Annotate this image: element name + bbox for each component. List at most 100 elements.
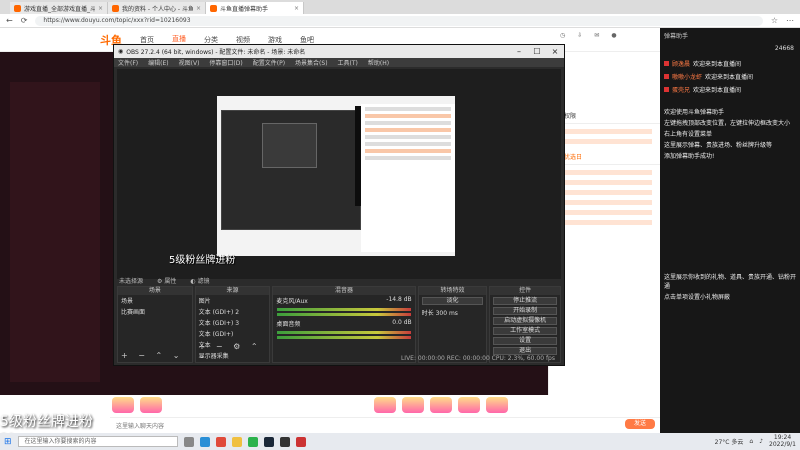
gift-item[interactable] <box>140 397 162 413</box>
obs-titlebar[interactable]: ◉ OBS 27.2.4 (64 bit, windows) - 配置文件: 未… <box>114 45 564 58</box>
gift-item[interactable] <box>430 397 452 413</box>
download-icon[interactable]: ⇩ <box>577 32 582 39</box>
folder-icon[interactable] <box>231 436 242 447</box>
close-icon[interactable]: × <box>294 5 299 12</box>
properties-button[interactable]: ⚙ 属性 <box>157 276 176 285</box>
menu-icon[interactable]: ⋯ <box>786 16 794 25</box>
reload-icon[interactable]: ⟳ <box>21 16 28 25</box>
track-name: 桌面音频 <box>276 321 301 328</box>
obs-taskbar-icon[interactable] <box>279 436 290 447</box>
send-button[interactable]: 发送 <box>625 419 655 429</box>
danmaku-user[interactable]: 顾逸晨 <box>672 59 690 68</box>
danmaku-assistant-panel[interactable]: 弹幕助手 24668 顾逸晨 欢迎来到本直播间 嗷嗷小龙虾 欢迎来到本直播间 蛋壳兄… <box>660 28 800 433</box>
chat-placeholder-line <box>557 129 652 134</box>
start-icon[interactable]: ⊞ <box>4 437 12 447</box>
browser-tab-active[interactable]: 斗鱼直播弹幕助手 × <box>206 2 304 14</box>
gift-item[interactable] <box>458 397 480 413</box>
stop-streaming-button[interactable]: 停止推流 <box>493 297 558 305</box>
nav-home[interactable]: 首页 <box>140 35 154 45</box>
menu-file[interactable]: 文件(F) <box>118 58 138 67</box>
app-icon[interactable] <box>295 436 306 447</box>
nested-row <box>365 107 451 111</box>
studio-mode-button[interactable]: 工作室模式 <box>493 327 558 335</box>
transition-select[interactable]: 淡化 <box>421 297 484 305</box>
nested-row <box>365 128 451 132</box>
anchor-permission-header[interactable]: 主播权限 <box>549 108 660 124</box>
nav-game[interactable]: 游戏 <box>268 35 282 45</box>
back-icon[interactable]: ← <box>6 16 13 25</box>
help-line: 点击单项设置小礼物屏蔽 <box>664 294 731 301</box>
source-item[interactable]: 文本 (GDI+) 2 <box>196 306 270 317</box>
settings-button[interactable]: 设置 <box>493 337 558 345</box>
source-item[interactable]: 文本 (GDI+) <box>196 328 270 339</box>
obs-menubar: 文件(F) 编辑(E) 视图(V) 停靠窗口(D) 配置文件(P) 场景集合(S… <box>114 58 564 67</box>
sources-dock: 来源 图片 文本 (GDI+) 2 文本 (GDI+) 3 文本 (GDI+) … <box>194 286 271 363</box>
danmaku-user[interactable]: 蛋壳兄 <box>672 85 690 94</box>
source-item[interactable]: 文本 (GDI+) 3 <box>196 317 270 328</box>
menu-edit[interactable]: 编辑(E) <box>148 58 168 67</box>
close-icon[interactable]: × <box>196 5 201 12</box>
menu-docks[interactable]: 停靠窗口(D) <box>209 58 242 67</box>
clock[interactable]: 19:24 2022/9/1 <box>769 434 796 448</box>
gift-item[interactable] <box>374 397 396 413</box>
history-icon[interactable]: ◷ <box>560 32 565 39</box>
address-bar: ← ⟳ https://www.douyu.com/topic/xxx?rid=… <box>0 14 800 28</box>
obs-window[interactable]: ◉ OBS 27.2.4 (64 bit, windows) - 配置文件: 未… <box>113 44 565 366</box>
exit-button[interactable]: 退出 <box>493 347 558 355</box>
url-field[interactable]: https://www.douyu.com/topic/xxx?rid=1021… <box>35 15 763 26</box>
chrome-icon[interactable] <box>215 436 226 447</box>
gift-item[interactable] <box>486 397 508 413</box>
header-icons: ◷ ⇩ ✉ ● <box>560 32 617 39</box>
wechat-icon[interactable] <box>247 436 258 447</box>
transitions-dock: 转场特效 淡化 时长 300 ms <box>417 286 488 363</box>
help-line: 添加弹幕助手成功! <box>664 153 715 160</box>
taskbar-search[interactable]: 在这里输入你要搜索的内容 <box>17 436 178 447</box>
menu-profile[interactable]: 配置文件(P) <box>253 58 285 67</box>
viewer-count: 24668 <box>774 45 794 52</box>
douyu-favicon-icon <box>14 4 21 12</box>
scene-item[interactable]: 比赛画面 <box>118 306 192 317</box>
edge-icon[interactable] <box>199 436 210 447</box>
nav-video[interactable]: 视频 <box>236 35 250 45</box>
obs-preview[interactable]: 5级粉丝牌进粉 <box>117 69 561 279</box>
danmaku-user[interactable]: 嗷嗷小龙虾 <box>672 72 702 81</box>
avatar[interactable]: ● <box>611 32 616 39</box>
menu-help[interactable]: 帮助(H) <box>368 58 389 67</box>
start-recording-button[interactable]: 开始录制 <box>493 307 558 315</box>
clock-time: 19:24 <box>773 434 792 441</box>
volume-slider[interactable] <box>277 313 411 316</box>
browser-tab[interactable]: 我的资料 - 个人中心 - 斗鱼 × <box>108 2 206 14</box>
mixer-track: 麦克风/Aux -14.8 dB <box>273 295 414 306</box>
chat-input[interactable]: 这里输入聊天内容 <box>110 417 660 431</box>
gift-item[interactable] <box>112 397 134 413</box>
task-view-icon[interactable] <box>183 436 194 447</box>
chat-placeholder-line <box>557 210 652 215</box>
menu-tools[interactable]: 工具(T) <box>338 58 358 67</box>
scene-item[interactable]: 场景 <box>118 295 192 306</box>
volume-icon[interactable]: ♪ <box>759 438 763 445</box>
virtual-camera-button[interactable]: 启动虚拟摄像机 <box>493 317 558 325</box>
message-icon[interactable]: ✉ <box>594 32 599 39</box>
gift-item[interactable] <box>402 397 424 413</box>
close-icon[interactable]: × <box>98 5 103 12</box>
steam-icon[interactable] <box>263 436 274 447</box>
weather[interactable]: 27°C 多云 <box>715 437 744 446</box>
nav-fishbar[interactable]: 鱼吧 <box>300 35 314 45</box>
menu-scene-collection[interactable]: 场景集合(S) <box>295 58 328 67</box>
menu-view[interactable]: 视图(V) <box>179 58 200 67</box>
obs-source-toolbar: 未选择源 ⚙ 属性 ◐ 滤镜 <box>117 275 561 285</box>
filters-button[interactable]: ◐ 滤镜 <box>190 276 209 285</box>
minimize-icon[interactable]: – <box>510 47 528 56</box>
volume-slider[interactable] <box>277 336 411 339</box>
browser-tab[interactable]: 游戏直播_全部游戏直播_斗鱼直播× <box>10 2 108 14</box>
duration-value[interactable]: 300 ms <box>436 310 458 317</box>
diamond-fan-header[interactable]: 钻粉优选日 <box>549 149 660 165</box>
level-badge-icon <box>664 74 669 79</box>
close-icon[interactable]: × <box>546 47 564 56</box>
star-icon[interactable]: ☆ <box>771 16 778 25</box>
maximize-icon[interactable]: ☐ <box>528 47 546 56</box>
system-tray: 27°C 多云 ⌂ ♪ 19:24 2022/9/1 <box>715 434 796 448</box>
source-item[interactable]: 图片 <box>196 295 270 306</box>
nav-category[interactable]: 分类 <box>204 35 218 45</box>
network-icon[interactable]: ⌂ <box>749 438 753 445</box>
